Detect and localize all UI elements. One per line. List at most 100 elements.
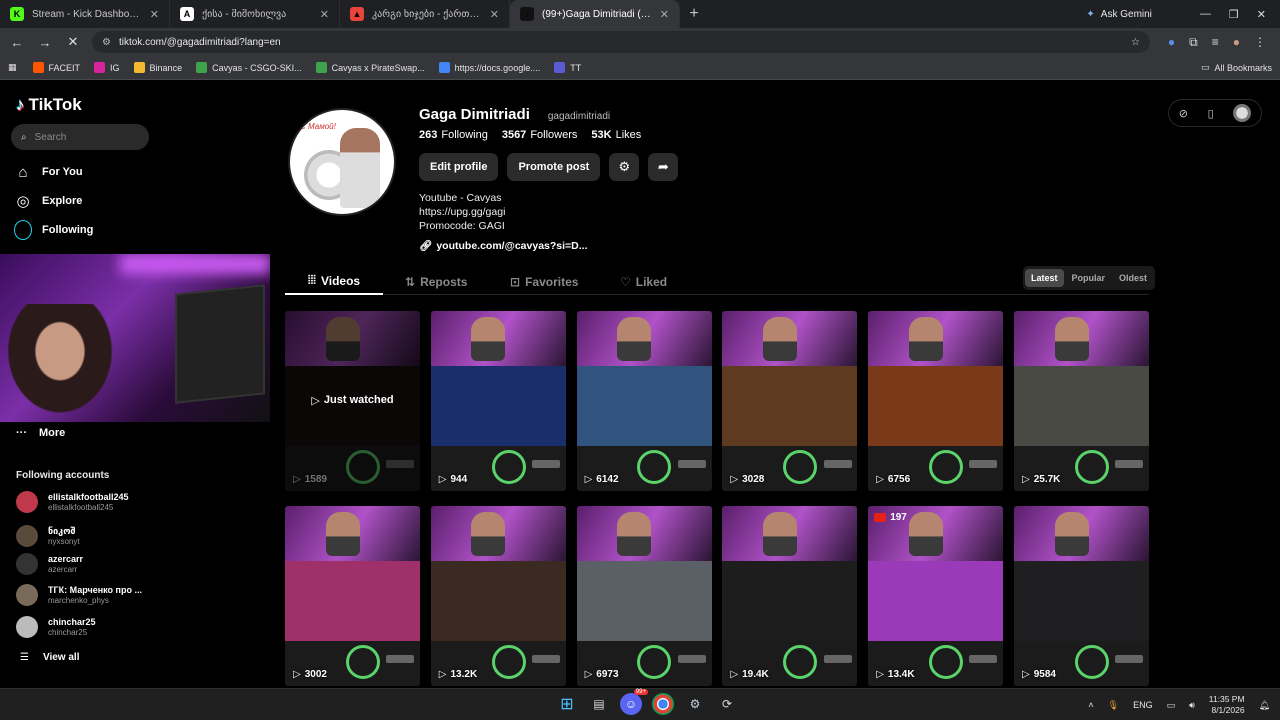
language-indicator[interactable]: ENG <box>1133 700 1153 710</box>
apps-grid-icon[interactable]: ▦ <box>8 62 17 73</box>
tab-close-icon[interactable]: ✕ <box>320 8 329 21</box>
discord-icon[interactable]: ☺ 99+ <box>620 689 648 715</box>
clock[interactable]: 11:35 PM 8/1/2026 <box>1209 694 1245 716</box>
search-input[interactable]: ⌕ Search <box>11 124 149 150</box>
stop-loading-icon[interactable]: ✕ <box>64 34 82 50</box>
url-text: tiktok.com/@gagadimitriadi?lang=en <box>118 36 281 48</box>
site-info-icon[interactable]: ⚙ <box>102 37 111 48</box>
video-thumbnail[interactable]: ▷ 3002 <box>285 506 420 686</box>
edit-profile-button[interactable]: Edit profile <box>419 153 499 181</box>
tab-close-icon[interactable]: ✕ <box>490 8 499 21</box>
microphone-icon[interactable]: 🎙︎ <box>1108 700 1119 711</box>
steam-icon[interactable]: ⚙ <box>684 693 706 715</box>
forward-icon[interactable]: → <box>36 35 54 50</box>
bookmark-favicon-icon <box>32 62 44 73</box>
bookmark-item[interactable]: https://docs.google.... <box>438 62 540 73</box>
chrome-icon[interactable] <box>652 693 674 715</box>
live-stream-preview[interactable] <box>0 254 270 422</box>
bookmark-favicon-icon <box>133 62 145 73</box>
following-account-item[interactable]: azercarr azercarr <box>16 553 156 575</box>
video-thumbnail[interactable]: ▷ 6756 <box>868 311 1004 491</box>
promote-post-button[interactable]: Promote post <box>507 153 601 181</box>
tab-favorites[interactable]: ⊡ Favorites <box>510 268 578 295</box>
bookmark-star-icon[interactable]: ☆ <box>1131 37 1140 48</box>
extensions-puzzle-icon[interactable]: ⧉ <box>1189 35 1198 50</box>
browser-tab[interactable]: Aქისა - მიმოხილვა ✕ <box>170 0 340 28</box>
video-thumbnail[interactable]: ▷ 25.7K <box>1014 311 1149 491</box>
menu-kebab-icon[interactable]: ⋮ <box>1254 35 1266 49</box>
browser-tab[interactable]: ♪ (99+)Gaga Dimitriadi (@gagadimitriadi) ✕ <box>510 0 680 28</box>
new-tab-button[interactable]: + <box>680 5 708 23</box>
video-thumbnail[interactable]: 197 ▷ 13.4K <box>868 506 1004 686</box>
video-thumbnail[interactable]: ▷ 9584 <box>1014 506 1149 686</box>
nav-following[interactable]: Following <box>14 220 93 240</box>
tab-videos[interactable]: ⦙⦙⦙ Videos <box>285 268 383 295</box>
bookmark-item[interactable]: Cavyas x PirateSwap... <box>315 62 425 73</box>
view-count: ▷ 3028 <box>730 474 765 485</box>
bookmark-icon: ⊡ <box>510 274 521 289</box>
bookmark-item[interactable]: Cavyas - CSGO-SKI... <box>196 62 302 73</box>
profile-avatar[interactable]: C Мамой! <box>288 108 396 216</box>
chevron-up-icon[interactable]: ˄ <box>1088 700 1093 710</box>
browser-tab[interactable]: K Stream - Kick Dashboard ✕ <box>0 0 170 28</box>
video-thumbnail[interactable]: ▷ 3028 <box>722 311 858 491</box>
following-account-item[interactable]: ნიკოშ nyxsonyt <box>16 525 156 547</box>
following-account-item[interactable]: ТГК: Марченко про ... marchenko_phys <box>16 584 156 606</box>
view-all-button[interactable]: ☰ View all <box>20 652 79 663</box>
sort-oldest[interactable]: Oldest <box>1113 269 1153 287</box>
minimize-icon[interactable]: — <box>1200 8 1211 20</box>
account-name: azercarr <box>48 553 84 564</box>
live-viewers-badge: 197 <box>874 512 907 523</box>
settings-gear-icon[interactable]: ⚙ <box>609 153 640 181</box>
browser-tab[interactable]: ▲ კარგი ხიჯები - ქართულად ✕ <box>340 0 510 28</box>
mobile-app-icon[interactable]: ▯ <box>1208 107 1214 120</box>
back-icon[interactable]: ← <box>8 35 26 50</box>
windows-start-icon[interactable]: ⊞ <box>556 693 578 715</box>
following-account-item[interactable]: ellistalkfootball245 ellistalkfootball245 <box>16 491 156 513</box>
video-thumbnail[interactable]: ▷ 6973 <box>576 506 712 686</box>
avatar <box>16 491 38 513</box>
share-arrow-icon[interactable]: ➦ <box>648 153 679 181</box>
bookmark-item[interactable]: Binance <box>133 62 182 73</box>
notifications-icon[interactable]: 🔔︎ <box>1259 700 1270 711</box>
nav-explore[interactable]: ◎ Explore <box>14 192 82 210</box>
followers-stat[interactable]: 3567 Followers <box>502 129 578 141</box>
following-stat[interactable]: 263 Following <box>419 129 488 141</box>
user-avatar-icon[interactable] <box>1233 104 1252 122</box>
video-thumbnail[interactable]: ▷ 6142 <box>576 311 712 491</box>
bookmark-item[interactable]: FACEIT <box>32 62 80 73</box>
ask-gemini-button[interactable]: ✦ Ask Gemini <box>1086 9 1152 20</box>
address-bar[interactable]: ⚙ tiktok.com/@gagadimitriadi?lang=en ☆ <box>92 31 1150 53</box>
file-explorer-icon[interactable]: ▤ <box>588 693 610 715</box>
profile-avatar-icon[interactable]: ● <box>1233 35 1240 49</box>
tab-close-icon[interactable]: ✕ <box>150 8 159 21</box>
sort-popular[interactable]: Popular <box>1066 269 1112 287</box>
tab-reposts[interactable]: ⇅ Reposts <box>405 268 467 295</box>
tab-liked[interactable]: ♡ Liked <box>620 268 667 295</box>
close-window-icon[interactable]: ✕ <box>1257 8 1266 21</box>
nav-for-you[interactable]: ⌂ For You <box>14 163 82 181</box>
extension-icon[interactable]: ● <box>1168 35 1175 49</box>
tab-close-icon[interactable]: ✕ <box>660 8 669 21</box>
sort-latest[interactable]: Latest <box>1025 269 1064 287</box>
restore-icon[interactable]: ❐ <box>1229 8 1239 21</box>
network-icon[interactable]: ▭ <box>1167 700 1176 711</box>
more-button[interactable]: ··· More <box>16 427 65 439</box>
profile-link[interactable]: 🔗︎ youtube.com/@cavyas?si=D... <box>419 239 588 253</box>
video-thumbnail[interactable]: ▷ 19.4K <box>722 506 858 686</box>
video-thumbnail[interactable]: ▷ 944 <box>430 311 566 491</box>
bookmark-item[interactable]: TT <box>554 62 581 73</box>
link-icon: 🔗︎ <box>419 240 433 252</box>
browser-toolbar: ← → ✕ ⚙ tiktok.com/@gagadimitriadi?lang=… <box>0 28 1280 56</box>
all-bookmarks-button[interactable]: ▭ All Bookmarks <box>1201 62 1272 73</box>
media-controls-icon[interactable]: ≡ <box>1212 35 1219 49</box>
video-thumbnail[interactable]: ▷ 13.2K <box>430 506 566 686</box>
app-icon[interactable]: ⟳ <box>716 693 738 715</box>
view-count: ▷ 3002 <box>293 669 327 680</box>
tiktok-logo[interactable]: ♪ TikTok <box>16 95 82 115</box>
volume-icon[interactable]: 🔊︎ <box>1189 700 1195 711</box>
discover-icon[interactable]: ⊘ <box>1179 107 1188 120</box>
following-account-item[interactable]: chinchar25 chinchar25 <box>16 616 156 638</box>
bookmark-favicon-icon <box>315 62 327 73</box>
bookmark-item[interactable]: IG <box>94 62 120 73</box>
